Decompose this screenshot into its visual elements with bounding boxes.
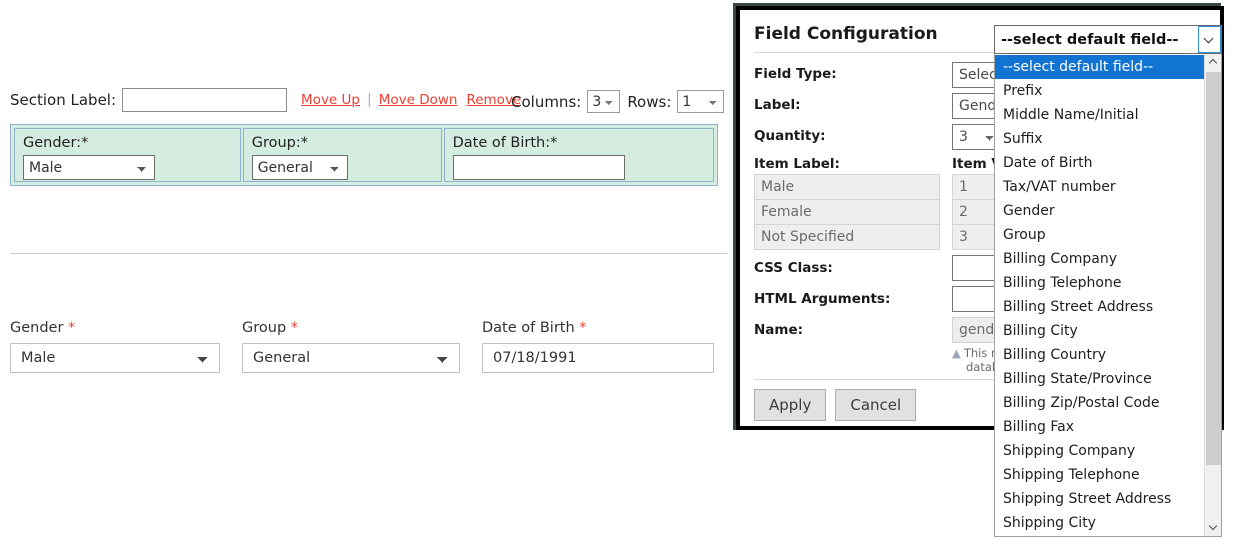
default-field-option[interactable]: Billing Street Address xyxy=(995,295,1204,319)
item-label-cell[interactable]: Male xyxy=(754,174,940,200)
preview-group-label: Group * xyxy=(242,320,460,336)
columns-rows-row: Columns: 3 Rows: 1 xyxy=(511,90,725,113)
html-arguments-label: HTML Arguments: xyxy=(754,291,891,307)
section-field-gender-label: Gender:* xyxy=(23,135,89,151)
section-field-dob-label: Date of Birth:* xyxy=(452,135,558,151)
default-field-option[interactable]: Date of Birth xyxy=(995,151,1204,175)
section-label-row: Section Label: Move Up | Move Down Remov… xyxy=(10,88,521,112)
section-label-text: Section Label: xyxy=(10,91,117,109)
preview-gender-label: Gender * xyxy=(10,320,220,336)
preview-group-label-text: Group xyxy=(242,320,287,336)
dropdown-scrollbar[interactable] xyxy=(1204,54,1221,536)
default-field-option[interactable]: Billing Company xyxy=(995,247,1204,271)
row-label: Label: xyxy=(754,97,801,113)
preview-field-dob: Date of Birth * xyxy=(482,320,714,373)
preview-gender-select[interactable]: Male xyxy=(10,343,220,373)
label-field-label: Label: xyxy=(754,97,801,113)
section-field-dob[interactable]: Date of Birth:* xyxy=(443,128,714,182)
dialog-buttons: Apply Cancel xyxy=(754,389,917,421)
default-field-selected-value: --select default field-- xyxy=(1001,31,1179,48)
field-type-label: Field Type: xyxy=(754,66,837,82)
default-field-option[interactable]: Shipping Street Address xyxy=(995,487,1204,511)
move-down-link[interactable]: Move Down xyxy=(379,92,458,108)
rows-select[interactable]: 1 xyxy=(677,90,725,113)
default-field-option[interactable]: Billing City xyxy=(995,319,1204,343)
section-field-gender-select[interactable]: Male xyxy=(23,155,155,180)
name-label: Name: xyxy=(754,322,804,338)
default-field-option[interactable]: Tax/VAT number xyxy=(995,175,1204,199)
default-field-option[interactable]: Shipping Telephone xyxy=(995,463,1204,487)
section-field-group-label: Group:* xyxy=(251,135,308,151)
preview-dob-label: Date of Birth * xyxy=(482,320,714,336)
row-name: Name: xyxy=(754,322,803,338)
section-field-group-select[interactable]: General xyxy=(251,155,348,180)
section-field-group[interactable]: Group:* General xyxy=(242,128,442,182)
default-field-option[interactable]: Prefix xyxy=(995,79,1204,103)
page-divider xyxy=(10,253,728,254)
move-up-link[interactable]: Move Up xyxy=(301,92,360,108)
section-label-input[interactable] xyxy=(122,88,288,112)
default-field-option[interactable]: Billing Fax xyxy=(995,415,1204,439)
row-field-type: Field Type: xyxy=(754,66,837,82)
form-preview: Gender * Male Group * General Date of Bi… xyxy=(10,320,736,373)
preview-field-group: Group * General xyxy=(242,320,460,373)
default-field-option[interactable]: Gender xyxy=(995,199,1204,223)
default-field-combobox-head[interactable]: --select default field-- xyxy=(994,25,1222,54)
preview-gender-required: * xyxy=(68,320,76,336)
preview-dob-label-text: Date of Birth xyxy=(482,320,575,336)
section-field-dob-input[interactable] xyxy=(452,155,625,180)
scroll-down-arrow-icon[interactable] xyxy=(1205,519,1221,536)
default-field-combobox[interactable]: --select default field-- --select defaul… xyxy=(994,25,1222,537)
item-label-column: Male Female Not Specified xyxy=(754,174,940,250)
preview-gender-label-text: Gender xyxy=(10,320,64,336)
row-html-arguments: HTML Arguments: xyxy=(754,291,890,307)
rows-label: Rows: xyxy=(627,92,672,111)
columns-label: Columns: xyxy=(511,92,582,111)
apply-button[interactable]: Apply xyxy=(754,389,827,421)
cancel-button[interactable]: Cancel xyxy=(835,389,917,421)
quantity-label: Quantity: xyxy=(754,128,826,144)
item-label-cell[interactable]: Female xyxy=(754,199,940,225)
row-css-class: CSS Class: xyxy=(754,260,833,276)
section-field-gender[interactable]: Gender:* Male xyxy=(14,128,241,182)
screen-root: Section Label: Move Up | Move Down Remov… xyxy=(0,0,1241,539)
item-label-cell[interactable]: Not Specified xyxy=(754,224,940,250)
default-field-option[interactable]: Group xyxy=(995,223,1204,247)
preview-dob-input[interactable] xyxy=(482,343,714,373)
default-field-option[interactable]: Billing Telephone xyxy=(995,271,1204,295)
default-field-option[interactable]: Shipping City xyxy=(995,511,1204,535)
columns-select[interactable]: 3 xyxy=(587,90,621,113)
default-field-option[interactable]: Suffix xyxy=(995,127,1204,151)
section-fields-box: Gender:* Male Group:* General Date of Bi… xyxy=(10,124,718,186)
default-field-option[interactable]: Billing Country xyxy=(995,343,1204,367)
preview-dob-required: * xyxy=(579,320,587,336)
default-field-option[interactable]: Shipping Company xyxy=(995,439,1204,463)
default-field-options: --select default field-- Prefix Middle Nam… xyxy=(995,54,1204,536)
link-separator: | xyxy=(366,92,372,108)
scroll-up-arrow-icon[interactable] xyxy=(1205,54,1221,71)
warning-triangle-icon: ▲ xyxy=(952,346,961,360)
default-field-option[interactable]: Billing Zip/Postal Code xyxy=(995,391,1204,415)
scrollbar-thumb[interactable] xyxy=(1206,72,1221,465)
default-field-option-list[interactable]: --select default field-- Prefix Middle Nam… xyxy=(994,54,1222,537)
default-field-option[interactable]: Middle Name/Initial xyxy=(995,103,1204,127)
css-class-label: CSS Class: xyxy=(754,260,833,276)
preview-field-gender: Gender * Male xyxy=(10,320,220,373)
preview-group-required: * xyxy=(290,320,299,336)
default-field-option[interactable]: Billing State/Province xyxy=(995,367,1204,391)
item-label-header: Item Label: xyxy=(754,156,840,172)
preview-group-select[interactable]: General xyxy=(242,343,460,373)
row-quantity: Quantity: xyxy=(754,128,826,144)
default-field-option[interactable]: --select default field-- xyxy=(995,55,1204,79)
chevron-down-icon[interactable] xyxy=(1198,26,1221,53)
